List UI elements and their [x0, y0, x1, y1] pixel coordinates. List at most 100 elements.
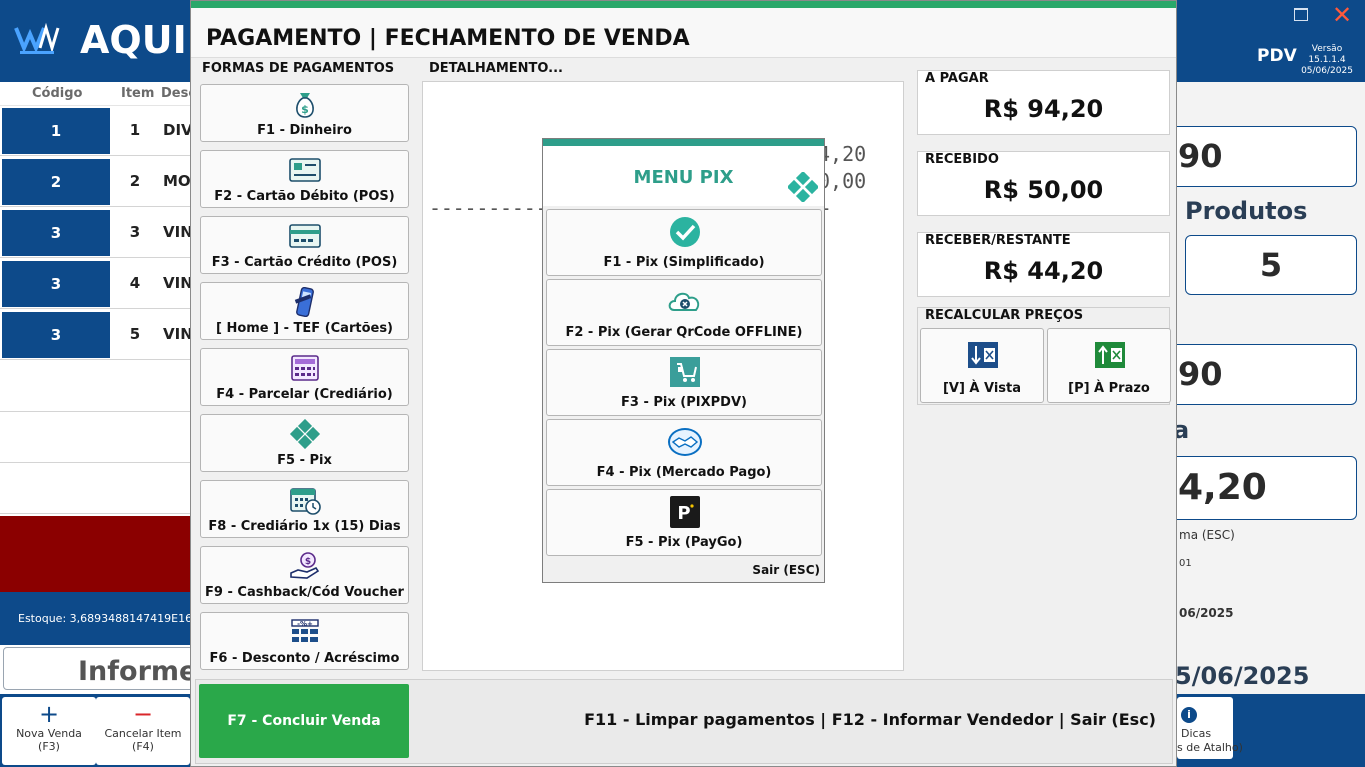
- pix-simplified-button[interactable]: F1 - Pix (Simplificado): [546, 209, 822, 276]
- date-large: 5/06/2025: [1177, 662, 1310, 690]
- pix-mercado-pago-button[interactable]: F4 - Pix (Mercado Pago): [546, 419, 822, 486]
- term-price-button[interactable]: [P] À Prazo: [1047, 328, 1171, 403]
- row-item: 2: [129, 172, 141, 190]
- installment-button[interactable]: F4 - Parcelar (Crediário): [200, 348, 409, 406]
- pix-menu-exit-button[interactable]: Sair (ESC): [752, 563, 820, 577]
- payment-methods-label: FORMAS DE PAGAMENTOS: [202, 61, 395, 76]
- dialog-accent-bar: [191, 1, 1176, 8]
- debit-card-label: F2 - Cartão Débito (POS): [214, 189, 395, 204]
- date-small: 06/2025: [1179, 606, 1234, 620]
- empty-row: [0, 361, 190, 412]
- credit-card-button[interactable]: F3 - Cartão Crédito (POS): [200, 216, 409, 274]
- check-circle-icon: [670, 217, 700, 247]
- detail-label: DETALHAMENTO...: [429, 61, 563, 76]
- received-box: RECEBIDO R$ 50,00: [917, 151, 1170, 216]
- received-value: R$ 50,00: [983, 176, 1104, 204]
- recalculate-label: RECALCULAR PREÇOS: [925, 308, 1084, 323]
- cash-label: F1 - Dinheiro: [257, 123, 352, 138]
- row-item: 4: [129, 274, 141, 292]
- cash-button[interactable]: $ F1 - Dinheiro: [200, 84, 409, 142]
- produtos-label: Produtos: [1185, 197, 1308, 225]
- row-desc: DIV: [163, 121, 193, 139]
- informe-text: Informe: [78, 656, 198, 687]
- row-item: 5: [129, 325, 141, 343]
- tips-label: Dicas: [1181, 727, 1212, 740]
- cancel-item-button[interactable]: − Cancelar Item (F4): [96, 697, 190, 765]
- new-sale-label: Nova Venda: [16, 727, 82, 740]
- info-icon: i: [1181, 707, 1197, 723]
- new-sale-shortcut: (F3): [38, 740, 60, 753]
- amount-box: 4,20: [1177, 456, 1357, 520]
- credit-15-days-button[interactable]: F8 - Crediário 1x (15) Dias: [200, 480, 409, 538]
- pix-offline-qrcode-button[interactable]: F2 - Pix (Gerar QrCode OFFLINE): [546, 279, 822, 346]
- close-icon[interactable]: ✕: [1330, 3, 1354, 27]
- cash-price-label: [V] À Vista: [942, 381, 1022, 396]
- table-row[interactable]: 3 3 VIN: [0, 209, 193, 258]
- table-row[interactable]: 2 2 MO: [0, 158, 191, 207]
- row-code: 1: [2, 108, 110, 154]
- svg-text:$: $: [305, 557, 311, 567]
- mercado-pago-handshake-icon: [668, 428, 702, 456]
- pix-menu-dialog: MENU PIX F1 - Pix (Simplificado) F2 - Pi…: [542, 138, 825, 583]
- section-label: a: [1177, 416, 1190, 444]
- minimize-icon[interactable]: [1292, 6, 1310, 24]
- alert-band: [0, 516, 190, 592]
- calculator-icon: [291, 355, 319, 381]
- column-item[interactable]: Item: [121, 86, 154, 101]
- pix-offline-qrcode-label: F2 - Pix (Gerar QrCode OFFLINE): [565, 325, 803, 340]
- amount-due-box: A PAGAR R$ 94,20: [917, 70, 1170, 135]
- row-code: 3: [2, 261, 110, 307]
- credit-card-label: F3 - Cartão Crédito (POS): [211, 255, 398, 270]
- pix-label: F5 - Pix: [277, 453, 332, 468]
- discount-button[interactable]: -%+ F6 - Desconto / Acréscimo: [200, 612, 409, 670]
- debit-card-icon: [289, 158, 321, 182]
- amount-due-label: A PAGAR: [925, 71, 989, 86]
- table-row[interactable]: 3 5 VIN: [0, 311, 193, 360]
- pix-menu-title: MENU PIX: [633, 167, 734, 188]
- conclude-sale-button[interactable]: F7 - Concluir Venda: [199, 684, 409, 758]
- tips-button[interactable]: i Dicas s de Atalho): [1177, 697, 1243, 759]
- company-logo: [14, 22, 60, 54]
- price-up-icon: [1095, 342, 1125, 368]
- tef-label: [ Home ] - TEF (Cartões): [215, 321, 394, 336]
- right-summary-panel: 90 Produtos 5 90 a 4,20 ma (ESC) 01 06/2…: [1177, 82, 1365, 694]
- svg-text:-%+: -%+: [297, 620, 313, 628]
- pix-paygo-button[interactable]: P F5 - Pix (PayGo): [546, 489, 822, 556]
- cashback-button[interactable]: $ F9 - Cashback/Cód Voucher: [200, 546, 409, 604]
- debit-card-button[interactable]: F2 - Cartão Débito (POS): [200, 150, 409, 208]
- subtotal-box: 90: [1177, 344, 1357, 405]
- remaining-box: RECEBER/RESTANTE R$ 44,20: [917, 232, 1170, 297]
- recalculate-prices-panel: RECALCULAR PREÇOS [V] À Vista [P] À Praz…: [917, 307, 1171, 405]
- svg-text:$: $: [301, 103, 309, 116]
- pix-mercado-pago-label: F4 - Pix (Mercado Pago): [596, 465, 772, 480]
- row-code: 3: [2, 312, 110, 358]
- new-sale-button[interactable]: + Nova Venda (F3): [2, 697, 96, 765]
- table-row[interactable]: 3 4 VIN: [0, 260, 193, 309]
- money-bag-icon: $: [296, 93, 314, 118]
- esc-hint: ma (ESC): [1179, 528, 1235, 542]
- tef-button[interactable]: [ Home ] - TEF (Cartões): [200, 282, 409, 340]
- paygo-icon: P: [670, 496, 700, 528]
- version-info: Versão 15.1.1.4 05/06/2025: [1296, 44, 1358, 77]
- pdv-label: PDV: [1257, 46, 1297, 66]
- stock-text: Estoque: 3,6893488147419E16: [18, 612, 193, 625]
- pix-button[interactable]: F5 - Pix: [200, 414, 409, 472]
- pix-simplified-label: F1 - Pix (Simplificado): [603, 255, 765, 270]
- table-row[interactable]: 1 1 DIV: [0, 107, 193, 156]
- row-item: 3: [129, 223, 141, 241]
- term-price-label: [P] À Prazo: [1068, 381, 1150, 396]
- empty-row: [0, 412, 190, 463]
- cancel-item-label: Cancelar Item: [104, 727, 182, 740]
- amount-value: 4,20: [1178, 467, 1267, 508]
- pix-pixpdv-button[interactable]: F3 - Pix (PIXPDV): [546, 349, 822, 416]
- pix-menu-accent-bar: [543, 139, 824, 146]
- row-desc: VIN: [163, 325, 193, 343]
- tips-sublabel: s de Atalho): [1177, 741, 1243, 754]
- column-code[interactable]: Código: [32, 86, 82, 101]
- cash-price-button[interactable]: [V] À Vista: [920, 328, 1044, 403]
- row-desc: VIN: [163, 223, 193, 241]
- price-down-icon: [968, 342, 998, 368]
- credit-15-days-label: F8 - Crediário 1x (15) Dias: [208, 519, 401, 534]
- remaining-value: R$ 44,20: [983, 257, 1104, 285]
- code-text: 01: [1179, 558, 1192, 569]
